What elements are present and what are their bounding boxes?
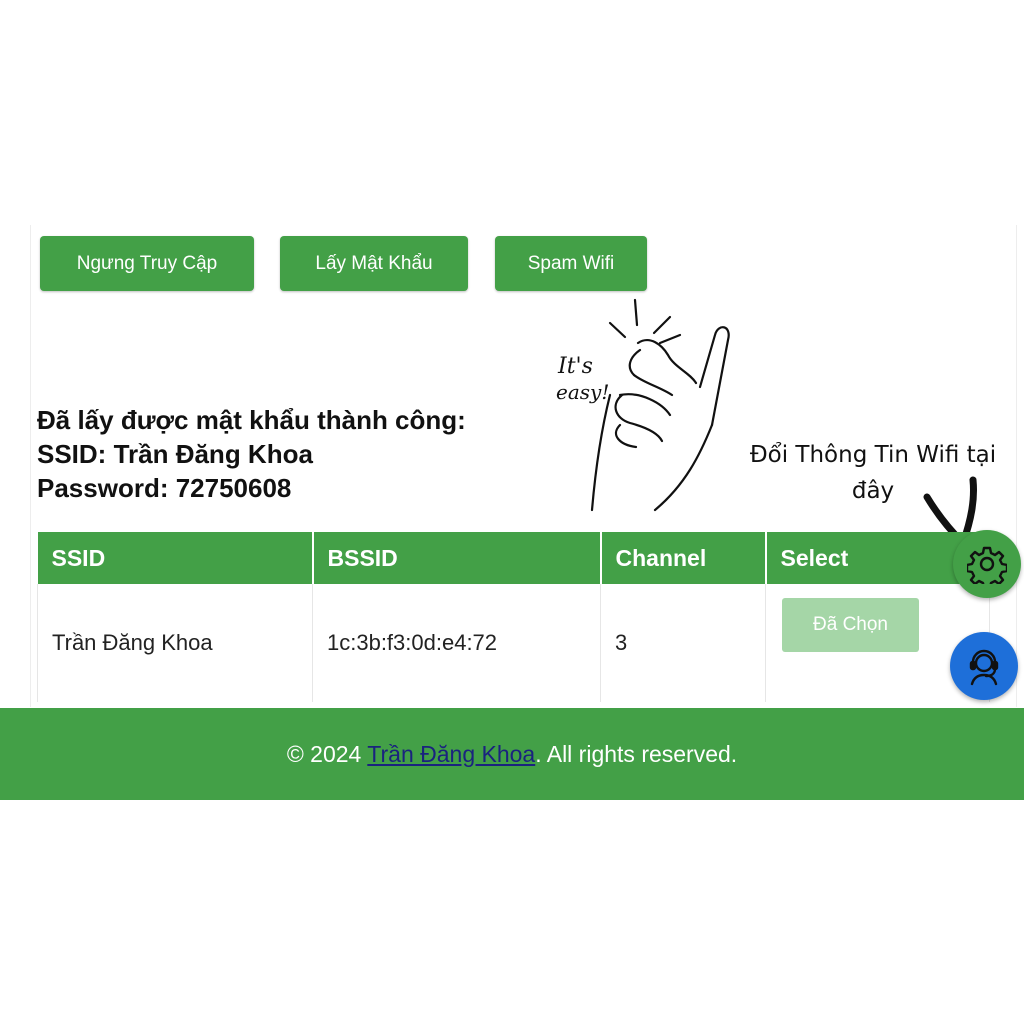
table-header-row: SSID BSSID Channel Select bbox=[37, 532, 991, 584]
result-heading: Đã lấy được mật khẩu thành công: bbox=[37, 405, 466, 435]
page-footer: © 2024 Trần Đăng Khoa. All rights reserv… bbox=[0, 708, 1024, 800]
password-result: Đã lấy được mật khẩu thành công: SSID: T… bbox=[37, 403, 466, 505]
footer-author-link[interactable]: Trần Đăng Khoa bbox=[367, 741, 535, 767]
cell-ssid: Trần Đăng Khoa bbox=[37, 584, 313, 702]
header-channel: Channel bbox=[600, 532, 767, 584]
footer-copyright: © 2024 bbox=[286, 741, 368, 767]
headset-agent-icon bbox=[969, 649, 999, 686]
gear-icon bbox=[967, 546, 1007, 584]
note-line-1: Đổi Thông Tin Wifi tại bbox=[749, 442, 997, 468]
result-password: Password: 72750608 bbox=[37, 473, 292, 503]
sticker-text-its: It's bbox=[557, 354, 593, 379]
header-bssid: BSSID bbox=[312, 532, 602, 584]
sticker-text-easy: easy! bbox=[556, 380, 609, 404]
stop-access-button[interactable]: Ngưng Truy Cập bbox=[40, 236, 254, 291]
cell-bssid: 1c:3b:f3:0d:e4:72 bbox=[312, 584, 601, 702]
header-ssid: SSID bbox=[37, 532, 314, 584]
table-row: Trần Đăng Khoa 1c:3b:f3:0d:e4:72 3 Đã Ch… bbox=[37, 584, 990, 702]
snap-hand-sticker: It's easy! bbox=[556, 298, 730, 512]
settings-button[interactable] bbox=[953, 530, 1021, 598]
support-button[interactable] bbox=[950, 632, 1018, 700]
footer-rights: . All rights reserved. bbox=[535, 741, 738, 767]
cell-channel: 3 bbox=[600, 584, 766, 702]
chosen-button[interactable]: Đã Chọn bbox=[782, 598, 919, 652]
get-password-button[interactable]: Lấy Mật Khẩu bbox=[280, 236, 468, 291]
result-ssid: SSID: Trần Đăng Khoa bbox=[37, 439, 313, 469]
wifi-networks-table: SSID BSSID Channel Select Trần Đăng Khoa… bbox=[37, 532, 991, 702]
spam-wifi-button[interactable]: Spam Wifi bbox=[495, 236, 647, 291]
